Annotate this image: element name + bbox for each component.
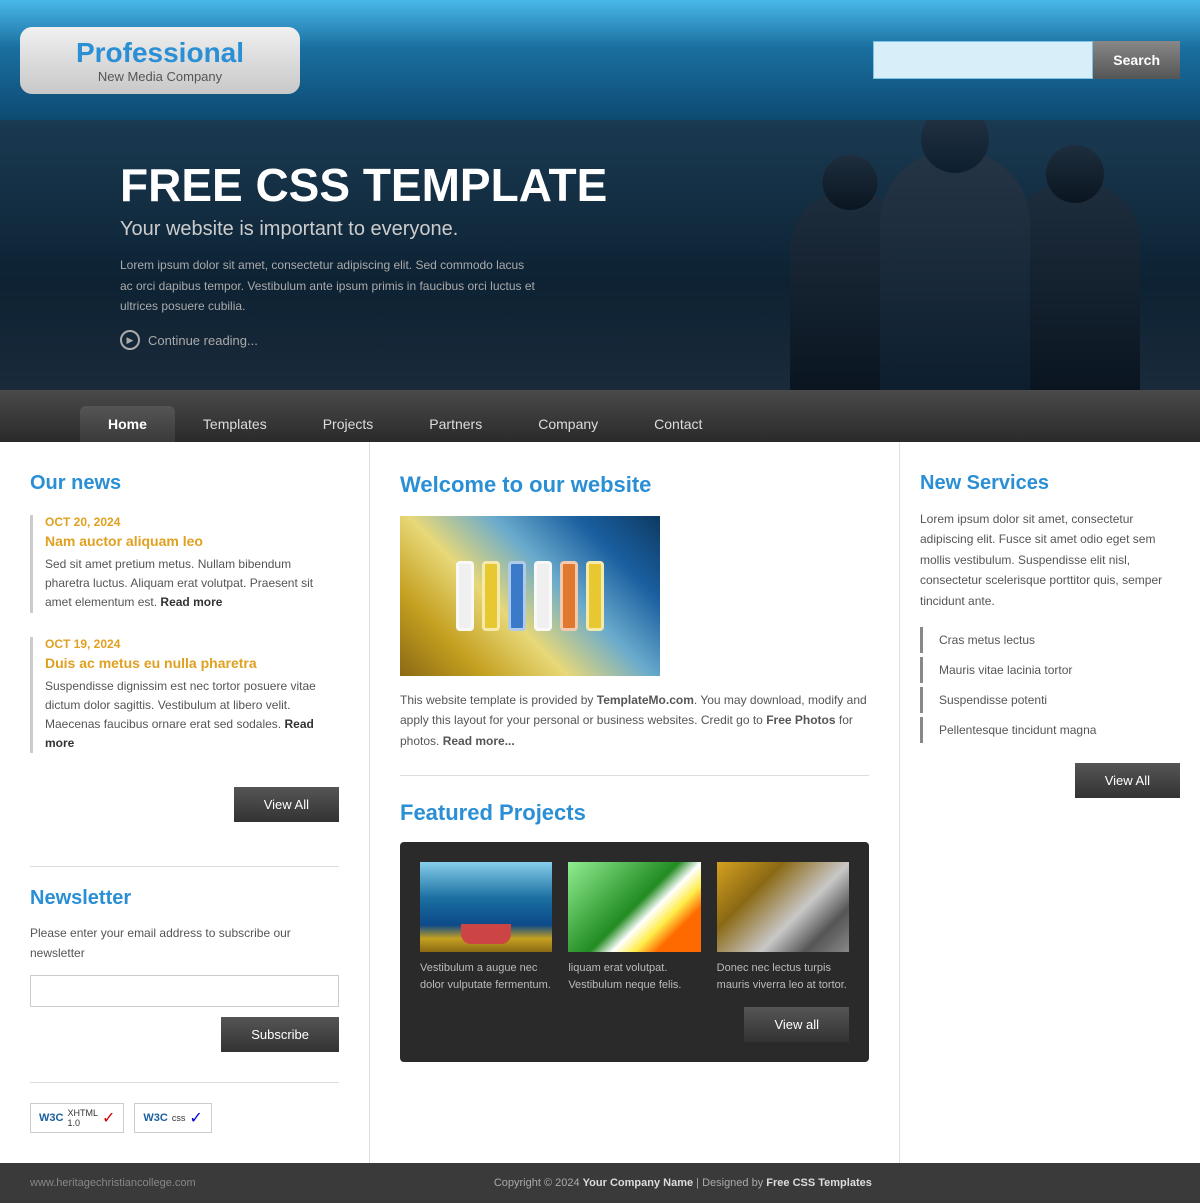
welcome-intro-text: This website template is provided by Tem… <box>400 690 869 751</box>
news-read-more-1[interactable]: Read more <box>160 595 222 609</box>
welcome-heading: Welcome to our website <box>400 472 869 498</box>
footer-copyright: Copyright © 2024 <box>494 1177 583 1189</box>
play-icon: ▶ <box>120 330 140 350</box>
w3c-badges: W3C XHTML1.0 ✓ W3C css ✓ <box>30 1082 339 1133</box>
project-caption-3: Donec nec lectus turpis mauris viverra l… <box>717 960 849 993</box>
nav-item-partners[interactable]: Partners <box>401 406 510 442</box>
boat-shape <box>461 924 511 944</box>
clip-1 <box>456 561 474 631</box>
newsletter-heading: Newsletter <box>30 887 339 910</box>
project-item-1: Vestibulum a augue nec dolor vulputate f… <box>420 862 552 993</box>
services-list: Cras metus lectus Mauris vitae lacinia t… <box>920 627 1180 743</box>
continue-reading-label: Continue reading... <box>148 333 258 348</box>
company-subtitle: New Media Company <box>50 69 270 84</box>
clip-3 <box>508 561 526 631</box>
clip-4 <box>534 561 552 631</box>
divider-1 <box>30 866 339 867</box>
project-caption-1: Vestibulum a augue nec dolor vulputate f… <box>420 960 552 993</box>
service-item-2: Mauris vitae lacinia tortor <box>920 657 1180 683</box>
view-all-projects-button[interactable]: View all <box>744 1007 849 1042</box>
templatemo-link[interactable]: TemplateMo.com <box>597 693 694 707</box>
watch-thumbnail <box>717 862 849 952</box>
project-thumb-2 <box>568 862 700 952</box>
news-date-2: OCT 19, 2024 <box>45 637 339 651</box>
figure-center <box>880 150 1030 390</box>
search-area: Search <box>873 41 1180 79</box>
news-text-2: Suspendisse dignissim est nec tortor pos… <box>45 677 339 754</box>
sidebar-left: Our news OCT 20, 2024 Nam auctor aliquam… <box>0 442 370 1163</box>
logo-box: Professional New Media Company <box>20 27 300 94</box>
sidebar-right: New Services Lorem ipsum dolor sit amet,… <box>900 442 1200 1163</box>
clip-area <box>400 516 660 676</box>
xhtml-check-icon: ✓ <box>102 1108 115 1128</box>
hero-banner: FREE CSS TEMPLATE Your website is import… <box>0 120 1200 390</box>
service-item-3: Suspendisse potenti <box>920 687 1180 713</box>
service-item-4: Pellentesque tincidunt magna <box>920 717 1180 743</box>
newsletter-description: Please enter your email address to subsc… <box>30 924 339 962</box>
service-item-1: Cras metus lectus <box>920 627 1180 653</box>
our-news-heading: Our news <box>30 472 339 495</box>
news-title-2: Duis ac metus eu nulla pharetra <box>45 655 339 671</box>
divider-2 <box>400 775 869 776</box>
clip-5 <box>560 561 578 631</box>
clip-6 <box>586 561 604 631</box>
project-thumb-1 <box>420 862 552 952</box>
project-item-2: liquam erat volutpat. Vestibulum neque f… <box>568 862 700 993</box>
sea-thumbnail <box>420 862 552 952</box>
footer-company-name: Your Company Name <box>583 1177 693 1189</box>
nav-item-company[interactable]: Company <box>510 406 626 442</box>
clip-2 <box>482 561 500 631</box>
search-button[interactable]: Search <box>1093 41 1180 79</box>
projects-grid: Vestibulum a augue nec dolor vulputate f… <box>420 862 849 993</box>
news-date-1: OCT 20, 2024 <box>45 515 339 529</box>
newsletter-section: Newsletter Please enter your email addre… <box>30 887 339 1051</box>
flower-thumbnail <box>568 862 700 952</box>
nav-item-contact[interactable]: Contact <box>626 406 730 442</box>
newsletter-email-input[interactable] <box>30 975 339 1007</box>
services-intro: Lorem ipsum dolor sit amet, consectetur … <box>920 509 1180 611</box>
main-image <box>400 516 660 676</box>
subscribe-button[interactable]: Subscribe <box>221 1017 339 1052</box>
featured-projects-heading: Featured Projects <box>400 800 869 826</box>
css-check-icon: ✓ <box>189 1108 202 1128</box>
read-more-link[interactable]: Read more... <box>443 734 515 748</box>
nav-item-home[interactable]: Home <box>80 406 175 442</box>
w3c-css-badge: W3C css ✓ <box>134 1103 211 1133</box>
hero-body: Lorem ipsum dolor sit amet, consectetur … <box>120 255 540 316</box>
footer-designed-by: | Designed by <box>693 1177 766 1189</box>
nav-item-templates[interactable]: Templates <box>175 406 295 442</box>
project-thumb-3 <box>717 862 849 952</box>
project-caption-2: liquam erat volutpat. Vestibulum neque f… <box>568 960 700 993</box>
new-services-heading: New Services <box>920 472 1180 495</box>
main-content: Our news OCT 20, 2024 Nam auctor aliquam… <box>0 442 1200 1163</box>
news-title-1: Nam auctor aliquam leo <box>45 533 339 549</box>
content-center: Welcome to our website This website temp… <box>370 442 900 1163</box>
footer-designer: Free CSS Templates <box>766 1177 872 1189</box>
news-item-2: OCT 19, 2024 Duis ac metus eu nulla phar… <box>30 637 339 754</box>
news-item-1: OCT 20, 2024 Nam auctor aliquam leo Sed … <box>30 515 339 613</box>
figure-center-head <box>921 120 989 173</box>
project-item-3: Donec nec lectus turpis mauris viverra l… <box>717 862 849 993</box>
header: Professional New Media Company Search <box>0 0 1200 120</box>
w3c-xhtml-badge: W3C XHTML1.0 ✓ <box>30 1103 124 1133</box>
footer-center: Copyright © 2024 Your Company Name | Des… <box>494 1177 872 1189</box>
footer-left: www.heritagechristiancollege.com <box>30 1177 196 1189</box>
projects-box: Vestibulum a augue nec dolor vulputate f… <box>400 842 869 1062</box>
navigation: Home Templates Projects Partners Company… <box>0 390 1200 442</box>
featured-projects: Featured Projects Vestibulum a augue nec… <box>400 800 869 1062</box>
footer: www.heritagechristiancollege.com Copyrig… <box>0 1163 1200 1203</box>
nav-item-projects[interactable]: Projects <box>295 406 402 442</box>
view-all-services-button[interactable]: View All <box>1075 763 1180 798</box>
company-name: Professional <box>50 37 270 69</box>
search-input[interactable] <box>873 41 1093 79</box>
free-photos-link[interactable]: Free Photos <box>766 713 835 727</box>
news-text-1: Sed sit amet pretium metus. Nullam biben… <box>45 555 339 613</box>
view-all-news-button[interactable]: View All <box>234 787 339 822</box>
